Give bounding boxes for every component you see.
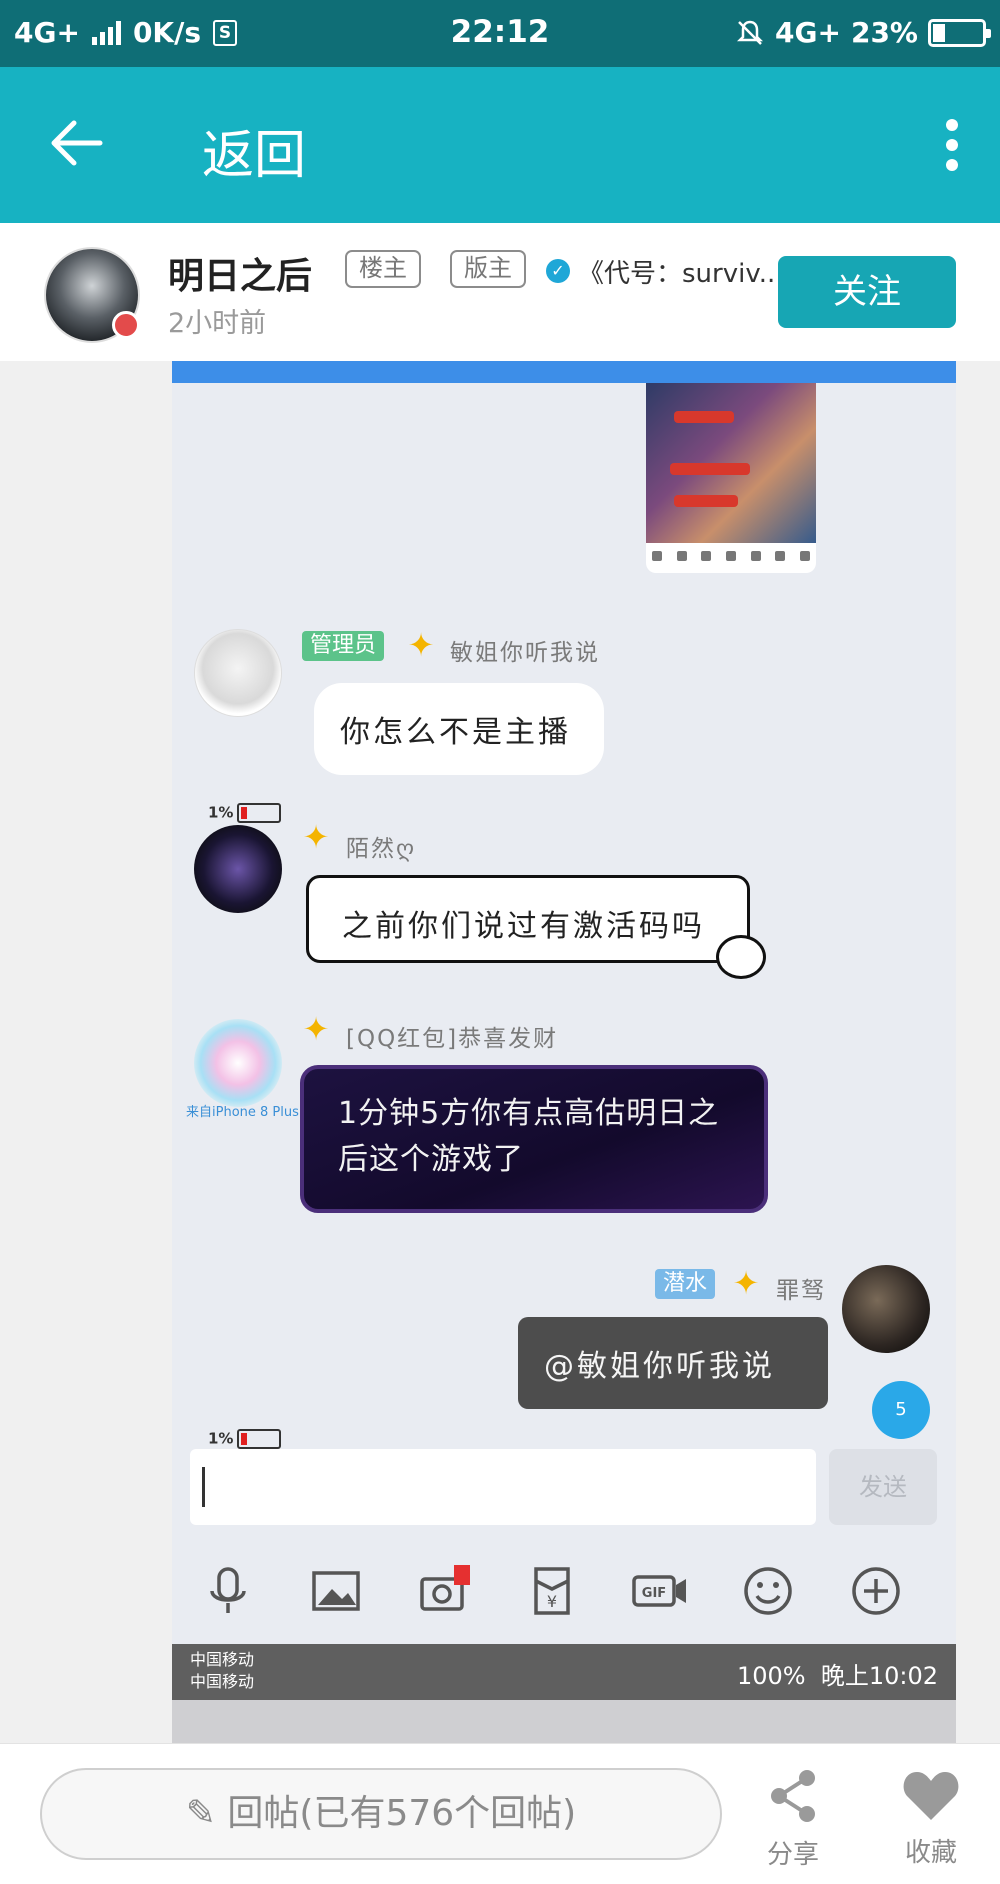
forum-name[interactable]: 《代号：surviv...	[578, 253, 778, 290]
message-text: @敏姐你听我说	[544, 1349, 775, 1384]
moderator-tag: 版主	[450, 250, 526, 288]
redpacket-icon: ¥	[534, 1567, 570, 1615]
star-icon: ✦	[732, 1264, 760, 1302]
message-text: 1分钟5方你有点高估明日之后这个游戏了	[338, 1096, 720, 1177]
battery-icon	[928, 18, 991, 47]
thumbnail-toolbar	[652, 551, 810, 561]
poster-row: 明日之后 楼主 版主 ✓ 《代号：surviv... 2小时前 关注	[0, 223, 1000, 361]
post-time: 2小时前	[168, 308, 267, 339]
back-arrow-icon[interactable]	[48, 119, 104, 167]
right-network-label: 4G+	[775, 16, 841, 49]
mic-icon	[210, 1567, 246, 1613]
member-avatar	[194, 629, 282, 717]
star-icon: ✦	[407, 626, 435, 664]
screenshot-thumbnail	[646, 383, 816, 573]
verified-icon: ✓	[546, 259, 570, 283]
member-name: [QQ红包]恭喜发财	[346, 1026, 559, 1052]
avatar[interactable]	[44, 247, 140, 343]
star-icon: ✦	[302, 1010, 330, 1048]
inner-status-bar: 中国移动 中国移动 100% 晚上10:02	[172, 1644, 956, 1700]
reply-button[interactable]: ✎ 回帖(已有576个回帖)	[40, 1768, 722, 1860]
bottom-bar: ✎ 回帖(已有576个回帖) 分享 收藏	[0, 1743, 1000, 1884]
favorite-label: 收藏	[904, 1838, 957, 1868]
owner-tag: 楼主	[345, 250, 421, 288]
carrier-label: 中国移动	[190, 1650, 255, 1669]
share-label: 分享	[766, 1840, 819, 1870]
unread-badge: 5	[872, 1381, 930, 1439]
plus-icon	[852, 1567, 900, 1615]
member-name: 敏姐你听我说	[450, 640, 600, 666]
inner-time: 晚上10:02	[820, 1662, 938, 1690]
app-bar: 返回	[0, 67, 1000, 223]
share-button[interactable]: 分享	[760, 1768, 826, 1871]
poster-name[interactable]: 明日之后	[168, 247, 312, 299]
follow-button[interactable]: 关注	[778, 256, 956, 328]
gif-icon: GIF	[632, 1575, 686, 1607]
level-badge-icon	[112, 311, 140, 339]
inner-battery-label: 100%	[736, 1662, 806, 1690]
member-avatar	[842, 1265, 930, 1353]
device-label: 来自iPhone 8 Plus	[186, 1105, 299, 1120]
camera-icon	[420, 1565, 470, 1611]
chat-toolbar: ¥ GIF	[172, 1541, 956, 1641]
battery-indicator: 1%	[208, 803, 282, 823]
emoji-icon	[744, 1567, 792, 1615]
role-badge: 潜水	[655, 1269, 716, 1299]
more-icon[interactable]	[944, 119, 960, 171]
screenshot-top-bar	[172, 361, 956, 383]
pencil-icon: ✎	[185, 1793, 216, 1834]
reply-label: 回帖(已有576个回帖)	[227, 1793, 577, 1834]
role-badge: 管理员	[302, 631, 385, 661]
favorite-button[interactable]: 收藏	[898, 1768, 964, 1869]
image-icon	[312, 1571, 360, 1611]
svg-text:GIF: GIF	[642, 1586, 666, 1601]
member-name: 陌然ღ	[346, 836, 417, 862]
heart-icon	[903, 1772, 959, 1820]
battery-percent: 1%	[208, 1429, 234, 1448]
message-input	[190, 1449, 816, 1525]
message-text: 你怎么不是主播	[340, 715, 571, 750]
carrier-label: 中国移动	[190, 1672, 255, 1691]
star-icon: ✦	[302, 818, 330, 856]
battery-percent: 1%	[208, 803, 234, 822]
message-text: 之前你们说过有激活码吗	[342, 909, 705, 944]
mute-bell-icon	[737, 20, 764, 45]
battery-label: 23%	[850, 16, 918, 49]
member-name: 罪驽	[776, 1278, 826, 1304]
inner-nav-bar	[172, 1700, 956, 1743]
back-title[interactable]: 返回	[202, 113, 306, 188]
status-bar: 4G+ 0K/s S 22:12 4G+ 23%	[0, 0, 1000, 67]
svg-text:¥: ¥	[547, 1592, 557, 1611]
battery-indicator: 1%	[208, 1429, 282, 1449]
panda-sticker-icon	[716, 935, 766, 979]
member-avatar	[194, 825, 282, 913]
member-avatar	[194, 1019, 282, 1107]
send-button: 发送	[829, 1449, 937, 1525]
share-icon	[771, 1770, 815, 1822]
post-image[interactable]: 管理员 ✦ 敏姐你听我说 你怎么不是主播 1% ✦ 陌然ღ 之前你们说过有激活码…	[172, 361, 956, 1743]
